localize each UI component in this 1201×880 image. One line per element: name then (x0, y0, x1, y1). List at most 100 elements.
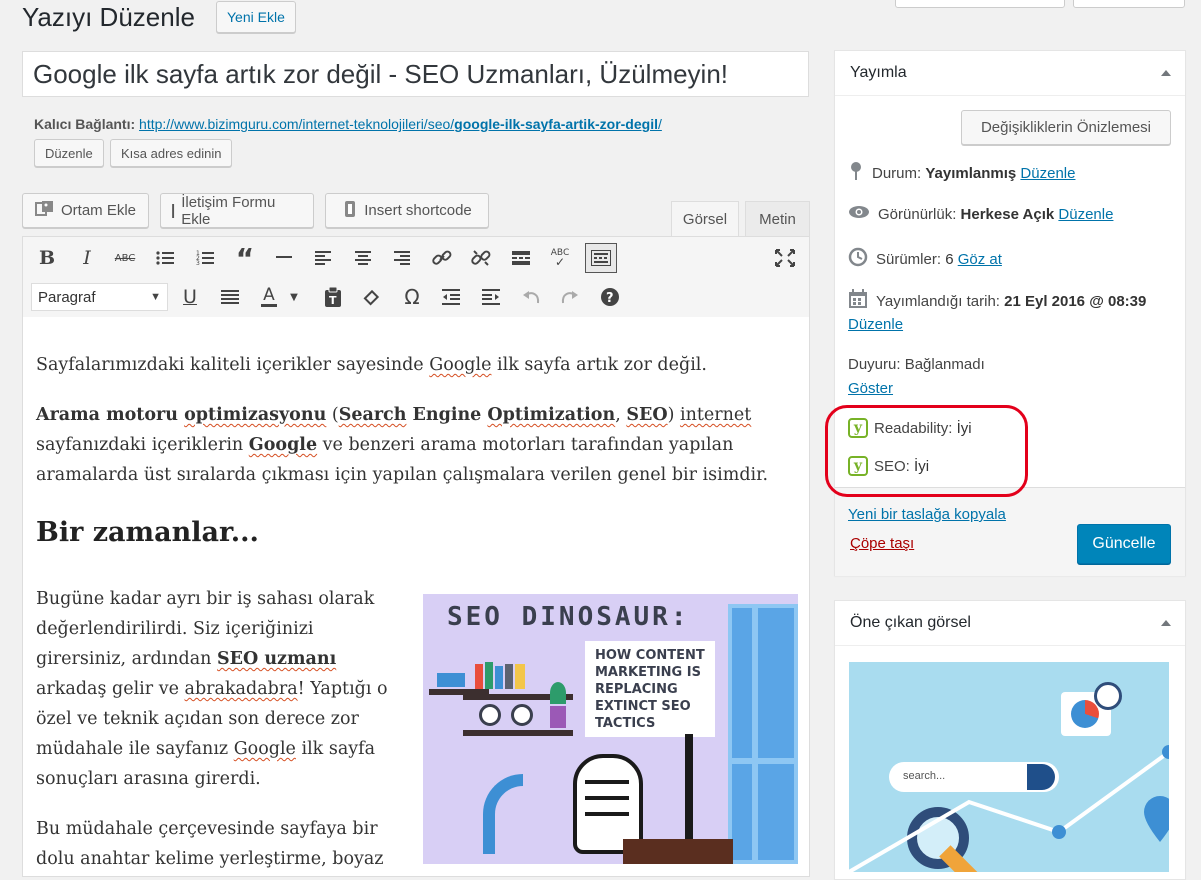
add-media-label: Ortam Ekle (60, 202, 136, 219)
pin-icon (848, 161, 864, 185)
heading-h2: Bir zamanlar... (36, 517, 259, 548)
text-color-icon[interactable]: A (255, 283, 283, 311)
unlink-icon[interactable] (467, 244, 495, 272)
justify-icon[interactable] (216, 283, 244, 311)
editor-content[interactable]: Sayfalarımızdaki kaliteli içerikler saye… (22, 317, 810, 877)
underline-icon[interactable]: U (176, 283, 204, 311)
format-select[interactable]: Paragraf ▼ (31, 283, 168, 311)
add-new-button[interactable]: Yeni Ekle (216, 1, 296, 33)
strikethrough-icon[interactable]: ABC (111, 244, 139, 272)
visibility-edit-link[interactable]: Düzenle (1058, 206, 1113, 223)
tab-visual[interactable]: Görsel (671, 201, 739, 237)
monitor-shape (685, 734, 693, 844)
notice-show-link[interactable]: Göster (848, 380, 893, 397)
undo-icon[interactable] (517, 283, 545, 311)
bullet-list-icon[interactable] (151, 244, 179, 272)
clear-formatting-icon[interactable] (358, 283, 386, 311)
permalink-row: Kalıcı Bağlantı: http://www.bizimguru.co… (34, 116, 662, 132)
paragraph-3: Bugüne kadar ayrı bir iş sahası olarak d… (36, 589, 388, 789)
form-icon: | (171, 202, 176, 219)
image-title: SEO DINOSAUR: (447, 602, 690, 632)
tab-text[interactable]: Metin (745, 201, 810, 237)
featured-image-title: Öne çıkan görsel (850, 614, 971, 631)
status-edit-link[interactable]: Düzenle (1020, 165, 1075, 182)
chair-shape (483, 774, 523, 854)
contact-form-button[interactable]: | İletişim Formu Ekle (160, 193, 314, 228)
indent-icon[interactable] (477, 283, 505, 311)
get-shortlink-button[interactable]: Kısa adres edinin (110, 139, 233, 167)
notice-row: Duyuru: Bağlanmadı (848, 356, 985, 373)
page-title: Yazıyı Düzenle (22, 2, 195, 32)
spellcheck-icon[interactable]: ABC ✓ (546, 244, 574, 272)
calendar-icon (848, 289, 868, 313)
shelf-bottom (463, 730, 573, 736)
horizontal-line-icon[interactable] (270, 244, 298, 272)
paragraph-1: Sayfalarımızdaki kaliteli içerikler saye… (36, 355, 707, 375)
numbered-list-icon[interactable]: 123 (191, 244, 219, 272)
desk-shape (623, 839, 733, 864)
visibility-row: Görünürlük: Herkese Açık Düzenle (848, 205, 1113, 223)
editor-toolbar: B I ABC 123 “ ABC ✓ Paragraf ▼ U A ▼ T Ω … (22, 236, 810, 318)
status-row: Durum: Yayımlanmış Düzenle (848, 161, 1075, 185)
bold-icon[interactable]: B (33, 244, 61, 272)
preview-changes-button[interactable]: Değişikliklerin Önizlemesi (961, 110, 1171, 145)
contact-form-label: İletişim Formu Ekle (181, 193, 276, 228)
insert-shortcode-button[interactable]: Insert shortcode (325, 193, 489, 228)
collapse-caret-icon[interactable] (1161, 620, 1171, 626)
align-right-icon[interactable] (388, 244, 416, 272)
svg-text:3: 3 (196, 260, 200, 266)
help-button[interactable] (1073, 0, 1185, 8)
clock-icon (1094, 682, 1122, 710)
plant-pot (550, 706, 566, 728)
italic-icon[interactable]: I (73, 244, 101, 272)
redo-icon[interactable] (556, 283, 584, 311)
align-left-icon[interactable] (309, 244, 337, 272)
special-character-icon[interactable]: Ω (398, 283, 426, 311)
copy-to-draft-link[interactable]: Yeni bir taslağa kopyala (848, 506, 1006, 523)
publish-box-header[interactable]: Yayımla (835, 51, 1185, 96)
format-select-value: Paragraf (38, 288, 96, 306)
seo-dinosaur-image[interactable]: SEO DINOSAUR: HOW CONTENT MARKETING IS R… (423, 594, 798, 864)
image-text-box: HOW CONTENT MARKETING IS REPLACING EXTIN… (585, 641, 715, 737)
featured-image-box: Öne çıkan görsel search... (834, 600, 1186, 880)
add-media-button[interactable]: Ortam Ekle (22, 193, 149, 228)
publish-date-row: Yayımlandığı tarih: 21 Eyl 2016 @ 08:39 (848, 289, 1146, 313)
publish-box: Yayımla Değişikliklerin Önizlemesi Durum… (834, 50, 1186, 576)
text-color-dropdown-icon[interactable]: ▼ (285, 283, 303, 311)
clock-shape (479, 704, 501, 726)
svg-text:T: T (329, 294, 337, 307)
shortcode-icon (342, 200, 358, 222)
outdent-icon[interactable] (437, 283, 465, 311)
align-center-icon[interactable] (349, 244, 377, 272)
revisions-row: Sürümler: 6 Göz at (848, 247, 1002, 271)
post-title-input[interactable]: Google ilk sayfa artık zor değil - SEO U… (22, 51, 809, 97)
featured-image-header[interactable]: Öne çıkan görsel (835, 601, 1185, 646)
permalink-label: Kalıcı Bağlantı: (34, 116, 136, 132)
eye-icon (848, 205, 870, 223)
collapse-caret-icon[interactable] (1161, 70, 1171, 76)
read-more-icon[interactable] (507, 244, 535, 272)
publish-actions: Yeni bir taslağa kopyala Çöpe taşı Günce… (835, 487, 1185, 576)
paste-text-icon[interactable]: T (319, 283, 347, 311)
highlight-ring (825, 405, 1028, 497)
fullscreen-icon[interactable] (771, 244, 799, 272)
books-shape (437, 673, 465, 687)
window-shape (728, 604, 798, 864)
date-edit-link[interactable]: Düzenle (848, 316, 903, 333)
permalink-edit-button[interactable]: Düzenle (34, 139, 104, 167)
blockquote-icon[interactable]: “ (231, 242, 259, 275)
graph-lines (849, 745, 1169, 872)
toolbar-toggle-icon[interactable] (585, 243, 617, 273)
move-to-trash-link[interactable]: Çöpe taşı (850, 535, 914, 552)
revisions-browse-link[interactable]: Göz at (958, 251, 1002, 268)
update-button[interactable]: Güncelle (1077, 524, 1171, 564)
publish-title: Yayımla (850, 64, 907, 81)
screen-options-button[interactable] (895, 0, 1065, 8)
insert-shortcode-label: Insert shortcode (364, 202, 472, 219)
permalink-link[interactable]: http://www.bizimguru.com/internet-teknol… (139, 116, 662, 132)
featured-image[interactable]: search... (849, 662, 1169, 872)
help-icon[interactable]: ? (596, 283, 624, 311)
link-icon[interactable] (428, 244, 456, 272)
clock-shape-2 (511, 704, 533, 726)
media-icon (34, 200, 55, 222)
